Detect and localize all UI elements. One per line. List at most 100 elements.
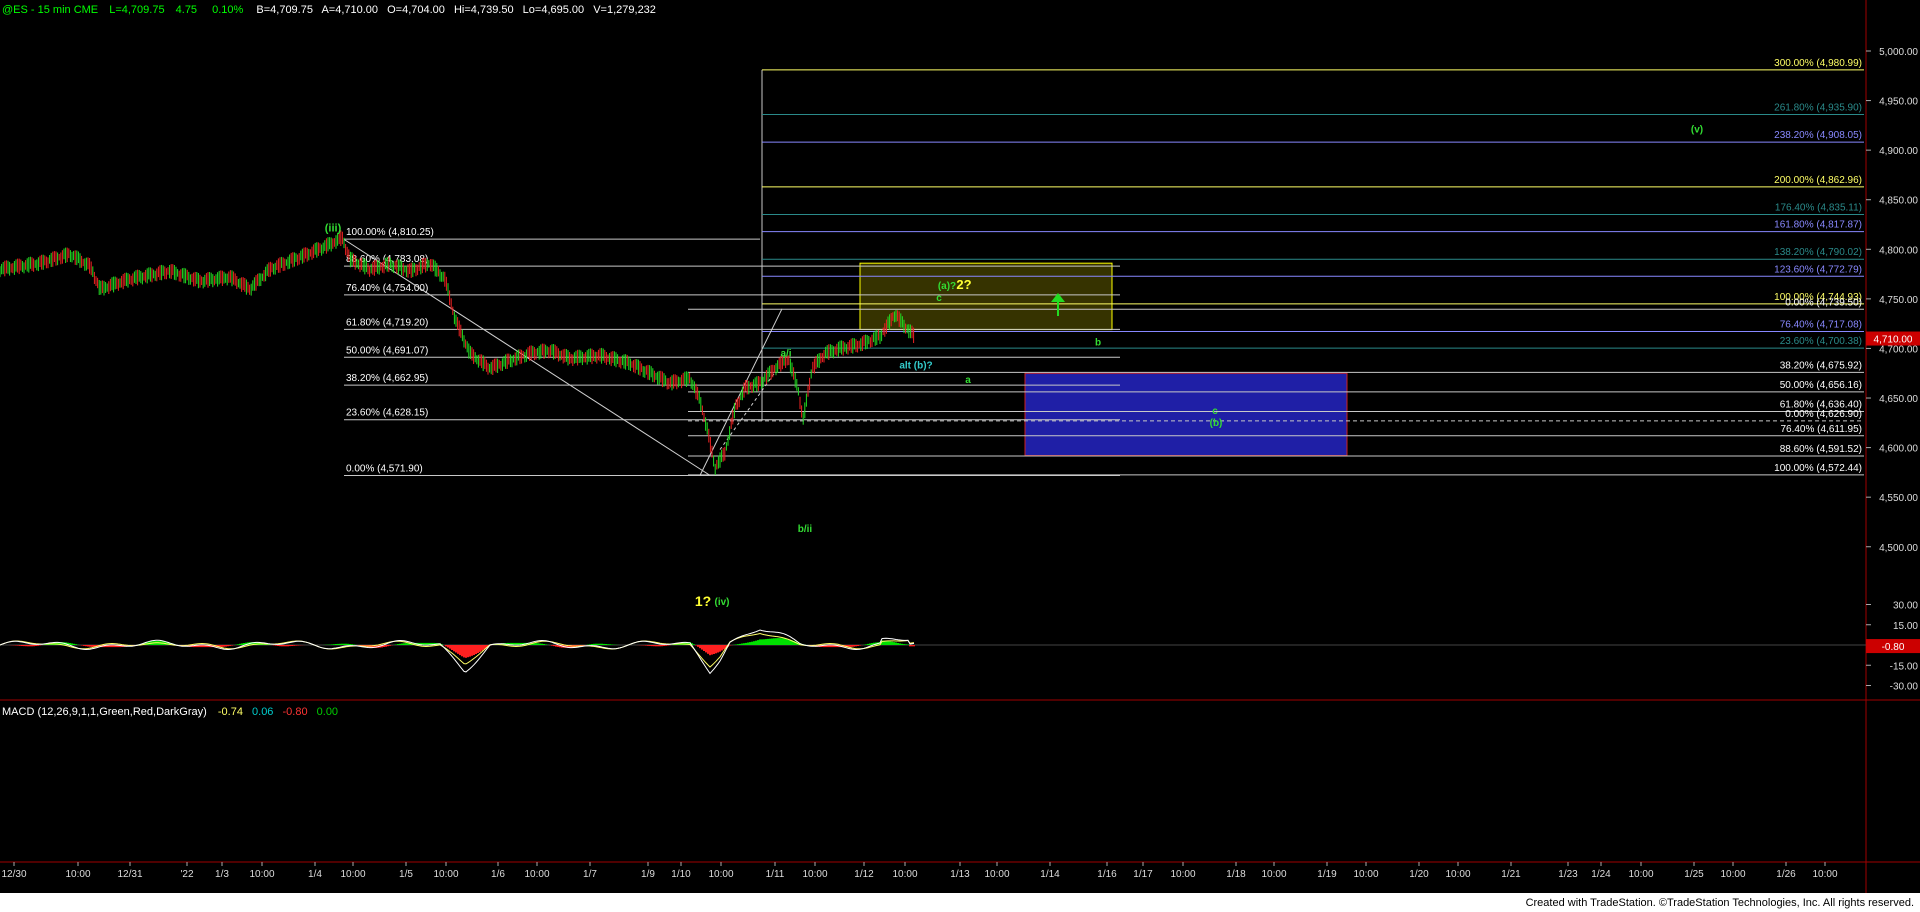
- price-chart[interactable]: @ES - 15 min CME L=4,709.75 4.75 0.10% B…: [0, 0, 1920, 893]
- time-axis-label: 1/25: [1684, 869, 1704, 880]
- current-price-label: 4,710.00: [1874, 335, 1913, 346]
- time-axis-label: 10:00: [1628, 869, 1653, 880]
- wave-label: alt (b)?: [899, 360, 932, 371]
- wave-label: (iv): [715, 597, 730, 608]
- time-axis-label: 10:00: [1261, 869, 1286, 880]
- macd-current-label: -0.80: [1882, 642, 1905, 653]
- wave-label: b: [1095, 337, 1101, 348]
- price-axis-label: 4,500.00: [1879, 543, 1918, 554]
- time-axis-label: 10:00: [1353, 869, 1378, 880]
- time-axis-label: 10:00: [892, 869, 917, 880]
- macd-axis-label: 15.00: [1893, 621, 1918, 632]
- time-axis-label: 10:00: [340, 869, 365, 880]
- macd-value-2: 0.06: [252, 706, 273, 718]
- header-last: L=4,709.75: [109, 4, 164, 16]
- wave-label: c: [936, 293, 942, 304]
- fib-right-label: 123.60% (4,772.79): [1774, 264, 1862, 275]
- fib-right-label: 76.40% (4,717.08): [1780, 320, 1862, 331]
- time-axis-label: 1/7: [583, 869, 597, 880]
- macd-value-4: 0.00: [317, 706, 338, 718]
- chart-header: @ES - 15 min CME L=4,709.75 4.75 0.10% B…: [2, 4, 656, 16]
- fib-right-label: 176.40% (4,835.11): [1775, 202, 1862, 213]
- wave-label: b/ii: [798, 524, 813, 535]
- fib-right2-label: 0.00% (4,739.50): [1785, 297, 1862, 308]
- fib-right-label: 23.60% (4,700.38): [1780, 336, 1862, 347]
- fib-left-label: 100.00% (4,810.25): [346, 227, 434, 238]
- header-high: Hi=4,739.50: [454, 4, 514, 16]
- price-axis-label: 4,900.00: [1879, 146, 1918, 157]
- time-axis-label: 1/20: [1409, 869, 1429, 880]
- header-change-pct: 0.10%: [212, 4, 243, 16]
- fib-right-label: 238.20% (4,908.05): [1774, 130, 1862, 141]
- time-axis-label: 10:00: [524, 869, 549, 880]
- price-axis-label: 4,550.00: [1879, 493, 1918, 504]
- macd-value-3: -0.80: [283, 706, 308, 718]
- wave-label: (iii): [325, 222, 342, 234]
- time-axis-label: 1/26: [1776, 869, 1796, 880]
- time-axis-label: 1/9: [641, 869, 655, 880]
- price-axis-label: 4,800.00: [1879, 245, 1918, 256]
- fib-left-label: 23.60% (4,628.15): [346, 408, 428, 419]
- time-axis-label: 1/3: [215, 869, 229, 880]
- header-volume: V=1,279,232: [593, 4, 656, 16]
- time-axis-label: 1/6: [491, 869, 505, 880]
- fib-left-label: 50.00% (4,691.07): [346, 345, 428, 356]
- price-axis-label: 4,600.00: [1879, 444, 1918, 455]
- header-symbol: @ES - 15 min CME: [2, 4, 98, 16]
- macd-axis-label: 30.00: [1893, 601, 1918, 612]
- price-axis-label: 4,700.00: [1879, 344, 1918, 355]
- macd-value-1: -0.74: [218, 706, 243, 718]
- time-axis-label: 1/19: [1317, 869, 1337, 880]
- time-axis-label: 1/16: [1097, 869, 1117, 880]
- fib-right2-label: 38.20% (4,675.92): [1780, 360, 1862, 371]
- time-axis-label: 1/24: [1591, 869, 1611, 880]
- fib-right2-label: 0.00% (4,626.90): [1785, 409, 1862, 420]
- fib-right2-label: 50.00% (4,656.16): [1780, 380, 1862, 391]
- fib-right-label: 300.00% (4,980.99): [1774, 58, 1862, 69]
- macd-axis-label: -15.00: [1890, 661, 1919, 672]
- price-axis-label: 5,000.00: [1879, 47, 1918, 58]
- fib-left-label: 61.80% (4,719.20): [346, 317, 428, 328]
- header-change: 4.75: [176, 4, 197, 16]
- header-open: O=4,704.00: [387, 4, 445, 16]
- time-axis-label: 1/10: [671, 869, 691, 880]
- macd-legend: MACD (12,26,9,1,1,Green,Red,DarkGray) -0…: [2, 706, 338, 718]
- time-axis-label: 1/4: [308, 869, 322, 880]
- time-axis-label: 1/17: [1133, 869, 1153, 880]
- wave-label: (a)?: [938, 281, 956, 292]
- time-axis-label: 1/12: [854, 869, 874, 880]
- fib-left-label: 0.00% (4,571.90): [346, 463, 423, 474]
- fib-right2-label: 76.40% (4,611.95): [1780, 424, 1862, 435]
- time-axis-label: 1/18: [1226, 869, 1246, 880]
- wave-label: a: [965, 375, 971, 386]
- time-axis-label: 10:00: [65, 869, 90, 880]
- time-axis-label: 1/21: [1501, 869, 1521, 880]
- fib-right-label: 161.80% (4,817.87): [1774, 220, 1862, 231]
- time-axis-label: 10:00: [984, 869, 1009, 880]
- time-axis-label: 10:00: [708, 869, 733, 880]
- time-axis-label: 1/13: [950, 869, 970, 880]
- time-axis-label: 10:00: [1445, 869, 1470, 880]
- time-axis-label: 12/31: [117, 869, 142, 880]
- price-axis-label: 4,650.00: [1879, 394, 1918, 405]
- header-low: Lo=4,695.00: [523, 4, 584, 16]
- fib-right-label: 138.20% (4,790.02): [1774, 247, 1862, 258]
- time-axis-label: 10:00: [1170, 869, 1195, 880]
- wave-label: c: [1212, 406, 1218, 417]
- wave-label: 2?: [956, 277, 971, 292]
- fib-left-label: 38.20% (4,662.95): [346, 373, 428, 384]
- time-axis-label: 10:00: [1812, 869, 1837, 880]
- time-axis-label: 10:00: [249, 869, 274, 880]
- wave-label: a/i: [780, 348, 791, 359]
- wave-label: 1?: [695, 593, 711, 609]
- chart-background: [0, 0, 1920, 893]
- time-axis-label: '22: [180, 869, 193, 880]
- wave-label: (v): [1691, 124, 1703, 135]
- price-axis-label: 4,950.00: [1879, 97, 1918, 108]
- time-axis-label: 12/30: [1, 869, 26, 880]
- header-ask: A=4,710.00: [321, 4, 378, 16]
- fib-left-label: 76.40% (4,754.00): [346, 283, 428, 294]
- price-axis-label: 4,750.00: [1879, 295, 1918, 306]
- time-axis-label: 10:00: [433, 869, 458, 880]
- footer-credit: Created with TradeStation. ©TradeStation…: [1525, 897, 1914, 909]
